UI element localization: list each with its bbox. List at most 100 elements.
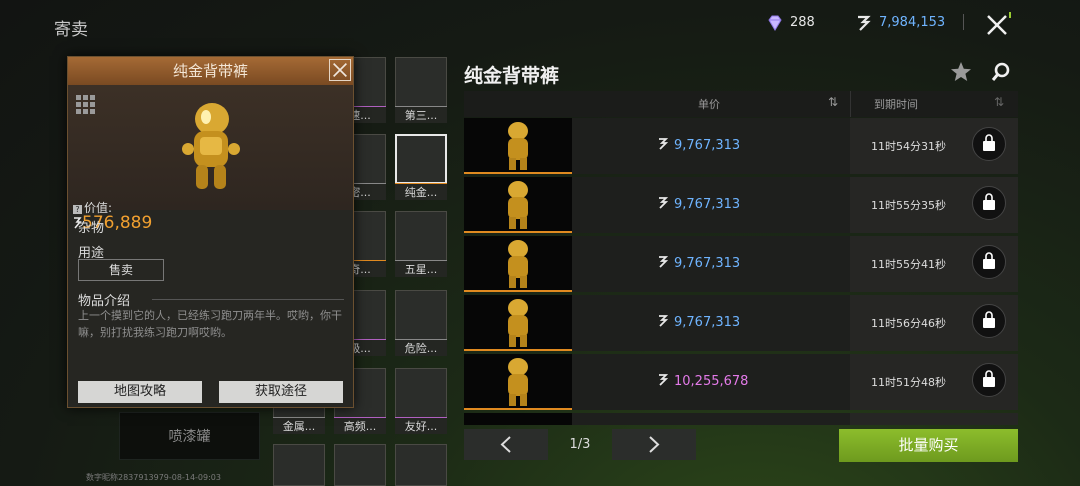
- grid-item[interactable]: 五星...: [395, 211, 447, 277]
- spray-category-button[interactable]: 喷漆罐: [119, 412, 260, 460]
- shopping-bag-icon: [983, 370, 995, 387]
- gold-overalls-icon: [508, 181, 528, 229]
- gem-count: 288: [790, 15, 815, 30]
- listing-price: 9,767,313: [658, 314, 740, 330]
- next-page-button[interactable]: [612, 429, 696, 460]
- grid-item-selected[interactable]: 纯金...: [395, 134, 447, 200]
- listing-thumbnail: [464, 118, 572, 172]
- close-icon[interactable]: [982, 10, 1012, 40]
- price-text: 9,767,313: [674, 256, 741, 271]
- divider: [850, 91, 851, 117]
- grid-item[interactable]: 友好...: [395, 368, 447, 434]
- chevron-left-icon: [500, 436, 511, 453]
- item-image: [334, 444, 386, 486]
- price-text: 9,767,313: [674, 315, 741, 330]
- item-name: 危险...: [395, 340, 447, 356]
- buy-button[interactable]: [972, 304, 1006, 338]
- rarity-bar: [464, 231, 572, 233]
- item-detail-popup: 纯金背带裤 ? 价值: 576,889 杂物 用途 售卖 物品介绍 上一个摸到它…: [67, 56, 354, 408]
- expire-time: 11时55分35秒: [871, 199, 946, 212]
- diamond-icon: [768, 15, 782, 31]
- buy-button[interactable]: [972, 186, 1006, 220]
- page-title: 寄卖: [54, 20, 88, 40]
- item-name: 五星...: [395, 261, 447, 277]
- item-image: [395, 290, 447, 340]
- listing-thumbnail: [464, 236, 572, 290]
- acquire-source-button[interactable]: 获取途径: [219, 381, 343, 403]
- sort-icon[interactable]: ⇅: [828, 95, 838, 109]
- expire-time: 11时56分46秒: [871, 317, 946, 330]
- expire-time: 11时51分48秒: [871, 376, 946, 389]
- grid-item[interactable]: 第三...: [395, 57, 447, 123]
- item-image: [395, 134, 447, 184]
- gold-overalls-icon: [508, 299, 528, 347]
- sort-icon[interactable]: ⇅: [994, 95, 1004, 109]
- coin-icon: [659, 315, 669, 327]
- listing-thumbnail: [464, 295, 572, 349]
- grid-item[interactable]: [273, 444, 325, 486]
- grid-item[interactable]: 危险...: [395, 290, 447, 356]
- market-item-title: 纯金背带裤: [464, 65, 560, 87]
- shopping-bag-icon: [983, 252, 995, 269]
- listing-price: 9,767,313: [658, 137, 740, 153]
- listing-row[interactable]: 9,767,313 11时54分31秒: [464, 118, 1018, 174]
- coin-icon: [659, 256, 669, 268]
- buy-button[interactable]: [972, 363, 1006, 397]
- coin-icon: [659, 197, 669, 209]
- page-indicator: 1/3: [569, 437, 591, 452]
- price-text: 9,767,313: [674, 197, 741, 212]
- listing-row[interactable]: 9,767,313 11时56分46秒: [464, 295, 1018, 351]
- coin-icon: [858, 15, 871, 31]
- popup-title: 纯金背带裤: [68, 57, 353, 85]
- sell-tag[interactable]: 售卖: [78, 259, 164, 281]
- listing-row[interactable]: 9,767,313 11时55分41秒: [464, 236, 1018, 292]
- market-table-header: 单价 ⇅ 到期时间 ⇅: [464, 91, 1018, 117]
- close-icon[interactable]: [329, 59, 351, 81]
- expire-time: 11时54分31秒: [871, 140, 946, 153]
- rarity-bar: [464, 172, 572, 174]
- listing-price: 9,767,313: [658, 255, 740, 271]
- item-image: [395, 57, 447, 107]
- shopping-bag-icon: [983, 193, 995, 210]
- chevron-right-icon: [649, 436, 660, 453]
- grid-item[interactable]: [395, 444, 447, 486]
- prev-page-button[interactable]: [464, 429, 548, 460]
- gold-overalls-icon: [508, 240, 528, 288]
- bulk-buy-button[interactable]: 批量购买: [839, 429, 1018, 462]
- time-cell: [850, 413, 1018, 425]
- item-image: [395, 368, 447, 418]
- price-text: 10,255,678: [674, 374, 749, 389]
- item-image: [395, 211, 447, 261]
- listing-row[interactable]: 9,767,313 11时55分35秒: [464, 177, 1018, 233]
- gold-overalls-icon: [182, 103, 240, 189]
- item-name: 第三...: [395, 107, 447, 123]
- item-name: 金属...: [273, 418, 325, 434]
- item-image: [273, 444, 325, 486]
- item-category: 杂物: [78, 221, 105, 236]
- coin-icon: [659, 138, 669, 150]
- gold-overalls-icon: [508, 358, 528, 406]
- listing-row-partial[interactable]: [464, 413, 1018, 425]
- price-text: 9,767,313: [674, 138, 741, 153]
- listing-price: 9,767,313: [658, 196, 740, 212]
- item-image: [395, 444, 447, 486]
- user-id-watermark: 数字昵称2837913979-08-14-09:03: [86, 473, 221, 482]
- gold-overalls-icon: [508, 122, 528, 170]
- divider: [963, 14, 964, 30]
- grid-item[interactable]: [334, 444, 386, 486]
- listing-row[interactable]: 10,255,678 11时51分48秒: [464, 354, 1018, 410]
- map-guide-button[interactable]: 地图攻略: [78, 381, 202, 403]
- buy-button[interactable]: [972, 245, 1006, 279]
- grid-size-icon: [76, 95, 95, 114]
- star-icon[interactable]: [950, 61, 972, 83]
- search-icon[interactable]: [990, 61, 1012, 83]
- column-price[interactable]: 单价: [698, 96, 720, 112]
- buy-button[interactable]: [972, 127, 1006, 161]
- column-expire-time[interactable]: 到期时间: [874, 96, 918, 112]
- listing-price: 10,255,678: [658, 373, 748, 389]
- rarity-bar: [464, 349, 572, 351]
- listing-thumbnail: [464, 177, 572, 231]
- rarity-bar: [464, 290, 572, 292]
- divider: [152, 299, 344, 300]
- coin-icon: [659, 374, 669, 386]
